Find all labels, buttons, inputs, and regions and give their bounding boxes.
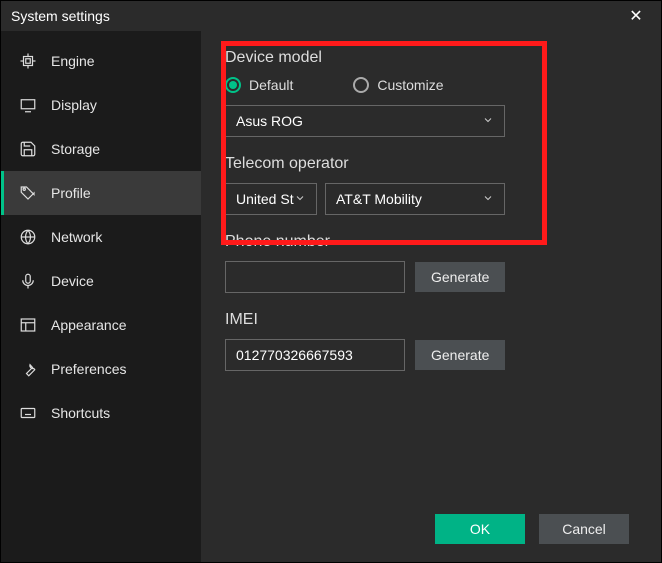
titlebar: System settings ✕ — [1, 1, 661, 31]
radio-label: Default — [249, 77, 293, 93]
sidebar-item-label: Device — [51, 273, 94, 289]
sidebar-item-label: Preferences — [51, 361, 126, 377]
sidebar-item-label: Profile — [51, 185, 91, 201]
radio-off-icon — [353, 77, 369, 93]
sidebar-item-profile[interactable]: Profile — [1, 171, 201, 215]
device-model-title: Device model — [225, 49, 637, 67]
settings-window: System settings ✕ Engine Display — [0, 0, 662, 563]
operator-select[interactable]: AT&T Mobility — [325, 183, 505, 215]
footer: OK Cancel — [225, 496, 637, 562]
radio-default[interactable]: Default — [225, 77, 293, 93]
keyboard-icon — [19, 404, 37, 422]
save-icon — [19, 140, 37, 158]
window-body: Engine Display Storage Profile — [1, 31, 661, 562]
sidebar-item-network[interactable]: Network — [1, 215, 201, 259]
chevron-down-icon — [482, 192, 494, 207]
window-title: System settings — [11, 8, 621, 24]
sidebar-item-label: Display — [51, 97, 97, 113]
country-select[interactable]: United Sta — [225, 183, 317, 215]
device-model-radios: Default Customize — [225, 77, 637, 93]
phone-section: Phone number Generate — [225, 233, 637, 293]
sidebar-item-label: Engine — [51, 53, 95, 69]
sidebar-item-label: Appearance — [51, 317, 127, 333]
wrench-icon — [19, 360, 37, 378]
device-model-select[interactable]: Asus ROG — [225, 105, 505, 137]
cpu-icon — [19, 52, 37, 70]
mic-icon — [19, 272, 37, 290]
sidebar-item-label: Storage — [51, 141, 100, 157]
imei-title: IMEI — [225, 311, 637, 329]
sidebar-item-shortcuts[interactable]: Shortcuts — [1, 391, 201, 435]
telecom-section: Telecom operator United Sta AT&T Mobilit… — [225, 155, 637, 215]
sidebar-item-storage[interactable]: Storage — [1, 127, 201, 171]
telecom-title: Telecom operator — [225, 155, 637, 173]
sidebar-item-display[interactable]: Display — [1, 83, 201, 127]
sidebar-item-label: Shortcuts — [51, 405, 110, 421]
sidebar-item-engine[interactable]: Engine — [1, 39, 201, 83]
select-value: Asus ROG — [236, 113, 303, 129]
sidebar-item-label: Network — [51, 229, 102, 245]
generate-phone-button[interactable]: Generate — [415, 262, 505, 292]
globe-icon — [19, 228, 37, 246]
layout-icon — [19, 316, 37, 334]
radio-on-icon — [225, 77, 241, 93]
sidebar: Engine Display Storage Profile — [1, 31, 201, 562]
close-button[interactable]: ✕ — [621, 1, 651, 31]
sidebar-item-preferences[interactable]: Preferences — [1, 347, 201, 391]
chevron-down-icon — [294, 192, 306, 207]
generate-imei-button[interactable]: Generate — [415, 340, 505, 370]
main-panel: Device model Default Customize Asus ROG — [201, 31, 661, 562]
phone-input[interactable] — [225, 261, 405, 293]
radio-label: Customize — [377, 77, 443, 93]
chevron-down-icon — [482, 114, 494, 129]
radio-customize[interactable]: Customize — [353, 77, 443, 93]
cancel-button[interactable]: Cancel — [539, 514, 629, 544]
imei-input[interactable] — [225, 339, 405, 371]
imei-section: IMEI Generate — [225, 311, 637, 371]
tag-icon — [19, 184, 37, 202]
sidebar-item-appearance[interactable]: Appearance — [1, 303, 201, 347]
ok-button[interactable]: OK — [435, 514, 525, 544]
display-icon — [19, 96, 37, 114]
phone-title: Phone number — [225, 233, 637, 251]
select-value: United Sta — [236, 191, 294, 207]
close-icon: ✕ — [629, 6, 642, 26]
device-model-section: Device model Default Customize Asus ROG — [225, 49, 637, 137]
select-value: AT&T Mobility — [336, 191, 422, 207]
sidebar-item-device[interactable]: Device — [1, 259, 201, 303]
